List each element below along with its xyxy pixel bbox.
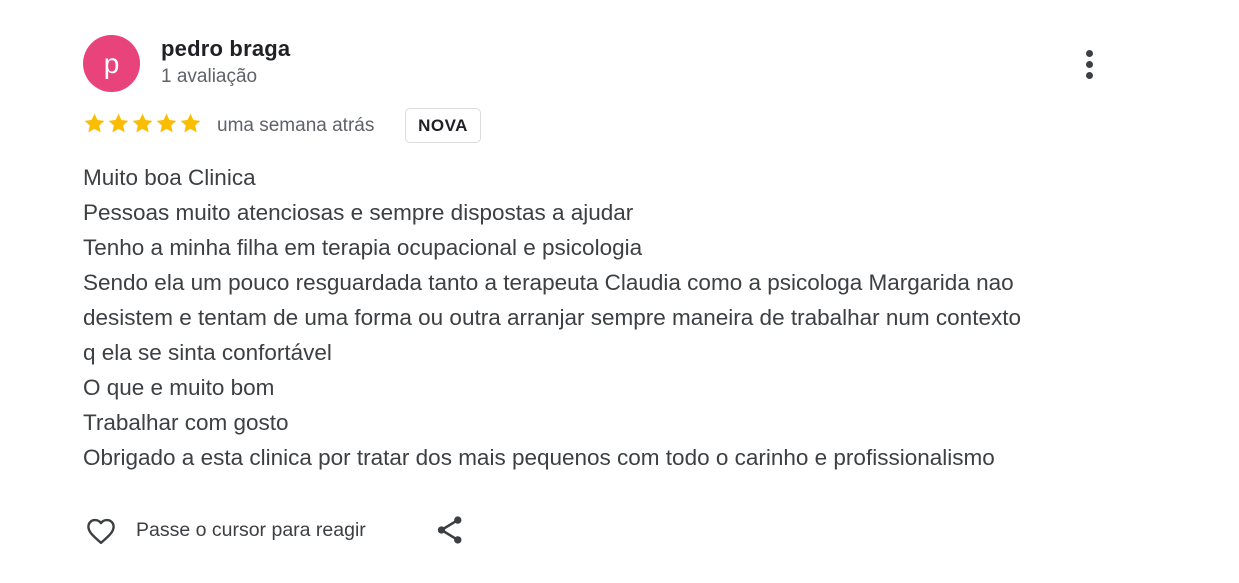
review-text-line: q ela se sinta confortável	[83, 340, 332, 365]
review-text-line: Obrigado a esta clinica por tratar dos m…	[83, 445, 995, 470]
new-badge: NOVA	[405, 108, 481, 143]
react-button[interactable]: Passe o cursor para reagir	[82, 512, 366, 548]
review-card: p pedro braga 1 avaliação uma semana atr…	[0, 0, 1239, 583]
review-text: Muito boa Clinica Pessoas muito atenciosa…	[83, 160, 1183, 475]
review-text-line: Muito boa Clinica	[83, 165, 256, 190]
star-icon	[84, 113, 105, 133]
review-text-line: O que e muito bom	[83, 375, 275, 400]
author-name[interactable]: pedro braga	[161, 36, 290, 62]
star-icon	[108, 113, 129, 133]
more-vert-icon	[1085, 50, 1093, 57]
review-text-line: Tenho a minha filha em terapia ocupacion…	[83, 235, 643, 260]
star-icon	[180, 113, 201, 133]
review-text-line: Sendo ela um pouco resguardada tanto a t…	[83, 270, 1014, 295]
heart-icon	[87, 518, 115, 545]
review-time: uma semana atrás	[217, 115, 375, 136]
star-icon	[156, 113, 177, 133]
more-options-button[interactable]	[1076, 46, 1102, 82]
share-button[interactable]	[433, 513, 467, 547]
star-icon	[132, 113, 153, 133]
review-text-line: Trabalhar com gosto	[83, 410, 289, 435]
review-text-line: desistem e tentam de uma forma ou outra …	[83, 305, 1021, 330]
react-label: Passe o cursor para reagir	[136, 518, 366, 541]
review-text-line: Pessoas muito atenciosas e sempre dispos…	[83, 200, 634, 225]
share-icon	[437, 516, 462, 544]
star-rating	[83, 112, 202, 140]
avatar[interactable]: p	[83, 35, 140, 92]
author-review-count: 1 avaliação	[161, 66, 258, 87]
